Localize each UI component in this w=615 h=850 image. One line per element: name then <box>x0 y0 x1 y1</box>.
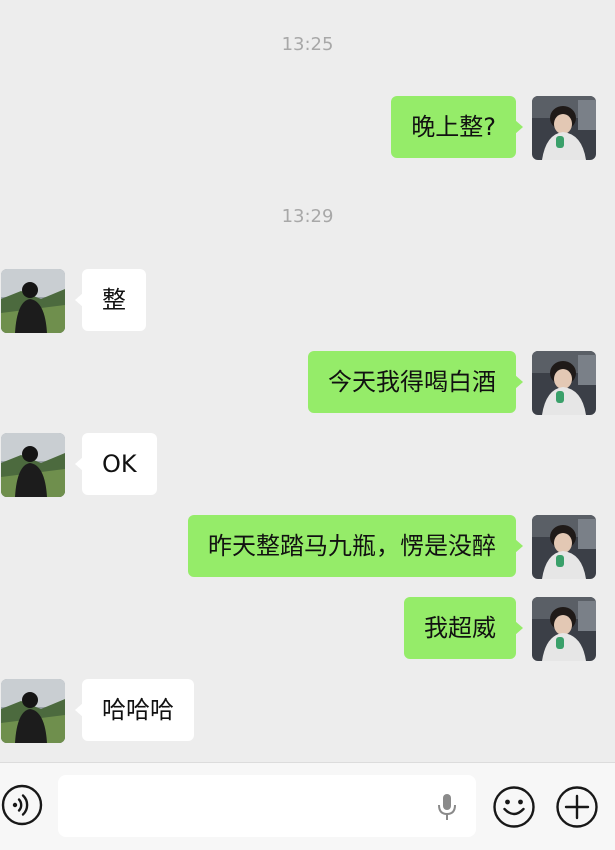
message-bubble-sent[interactable]: 晚上整? <box>391 96 523 158</box>
message-bubble-received[interactable]: OK <box>75 433 157 495</box>
message-input[interactable] <box>58 775 476 837</box>
my-avatar[interactable] <box>532 515 596 579</box>
my-avatar[interactable] <box>532 351 596 415</box>
message-bubble-sent[interactable]: 今天我得喝白酒 <box>308 351 523 413</box>
microphone-icon[interactable] <box>436 793 458 821</box>
contact-avatar[interactable] <box>1 269 65 333</box>
timestamp: 13:25 <box>281 34 334 55</box>
chat-area[interactable]: 13:25 晚上整? 13:29 整 今天我得喝白酒 OK 昨天整踏马九瓶，愣是… <box>0 0 615 762</box>
emoji-icon[interactable] <box>492 785 536 829</box>
my-avatar[interactable] <box>532 597 596 661</box>
input-bar <box>0 762 615 850</box>
timestamp: 13:29 <box>281 206 334 227</box>
message-bubble-received[interactable]: 哈哈哈 <box>75 679 194 741</box>
plus-icon[interactable] <box>555 785 599 829</box>
voice-icon[interactable] <box>1 784 43 826</box>
message-bubble-sent[interactable]: 我超威 <box>404 597 523 659</box>
contact-avatar[interactable] <box>1 679 65 743</box>
message-bubble-sent[interactable]: 昨天整踏马九瓶，愣是没醉 <box>188 515 523 577</box>
my-avatar[interactable] <box>532 96 596 160</box>
message-bubble-received[interactable]: 整 <box>75 269 146 331</box>
contact-avatar[interactable] <box>1 433 65 497</box>
